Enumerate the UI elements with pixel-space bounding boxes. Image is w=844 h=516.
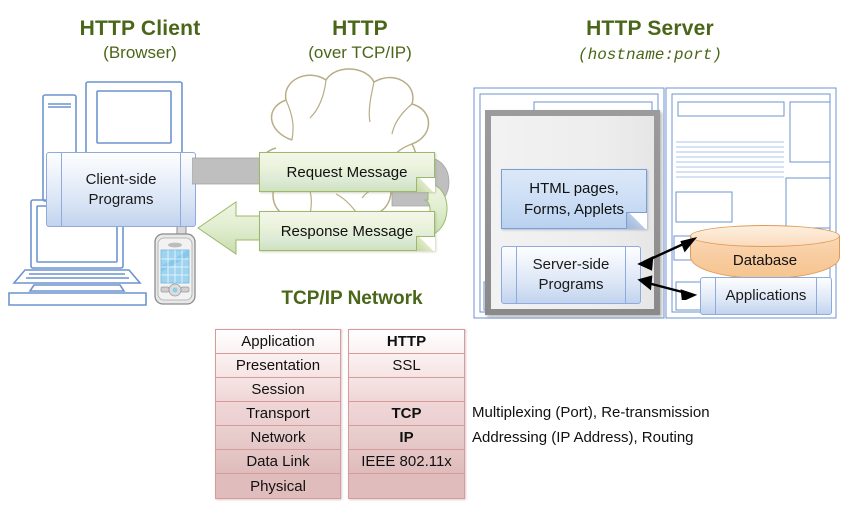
protocol-row <box>349 474 464 498</box>
response-message-box: Response Message <box>259 211 435 251</box>
folded-corner-icon <box>416 236 435 251</box>
server-side-programs-box: Server-side Programs <box>501 246 641 304</box>
protocol-row: TCP <box>349 402 464 426</box>
protocol-rows-holder: HTTP SSL TCP IP IEEE 802.11x <box>348 329 465 499</box>
osi-layer-row: Presentation <box>216 354 340 378</box>
network-note: Addressing (IP Address), Routing <box>472 429 694 446</box>
protocol-row: HTTP <box>349 330 464 354</box>
network-heading: HTTP <box>332 17 388 40</box>
osi-layer-row: Transport <box>216 402 340 426</box>
html-pages-box: HTML pages, Forms, Applets <box>501 169 647 229</box>
applications-label: Applications <box>725 287 807 304</box>
protocol-row: IP <box>349 426 464 450</box>
osi-layer-rows-holder: Application Presentation Session Transport N… <box>215 329 341 499</box>
protocol-row <box>349 378 464 402</box>
request-message-box: Request Message <box>259 152 435 192</box>
html-pages-label-line1: HTML pages, <box>529 180 619 197</box>
protocol-row: IEEE 802.11x <box>349 450 464 474</box>
html-pages-label-line2: Forms, Applets <box>523 201 625 218</box>
osi-layer-row: Physical <box>216 474 340 498</box>
database-label: Database <box>732 251 798 269</box>
server-heading: HTTP Server <box>586 17 714 40</box>
folded-corner-icon <box>416 177 435 192</box>
response-message-label: Response Message <box>280 222 414 240</box>
client-box-label-line1: Client-side <box>85 170 157 188</box>
diagram-canvas: HTTP Client (Browser) HTTP (over TCP/IP)… <box>0 0 844 516</box>
server-connection-arrows <box>637 236 698 300</box>
server-programs-label-line1: Server-side <box>532 256 610 273</box>
client-heading: HTTP Client <box>79 17 201 40</box>
server-programs-label-line2: Programs <box>538 276 604 293</box>
server-subheading: (hostname:port) <box>577 46 723 64</box>
transport-note: Multiplexing (Port), Re-transmission <box>472 404 710 421</box>
osi-layer-row: Data Link <box>216 450 340 474</box>
tcpip-network-label: TCP/IP Network <box>281 288 423 309</box>
cyl-cap-left <box>61 153 62 226</box>
osi-layer-row: Network <box>216 426 340 450</box>
cyl-cap-right <box>180 153 181 226</box>
client-subheading: (Browser) <box>103 43 177 62</box>
cyl-cap-right <box>625 247 626 303</box>
folded-corner-icon <box>626 212 647 229</box>
cyl-cap-left <box>516 247 517 303</box>
network-subheading: (over TCP/IP) <box>308 43 412 62</box>
osi-layer-row: Application <box>216 330 340 354</box>
osi-layer-row: Session <box>216 378 340 402</box>
client-side-programs-box: Client-side Programs <box>46 152 196 227</box>
cyl-cap-right <box>816 278 817 314</box>
client-box-label-line2: Programs <box>88 190 154 208</box>
protocol-row: SSL <box>349 354 464 378</box>
request-message-label: Request Message <box>286 163 408 181</box>
